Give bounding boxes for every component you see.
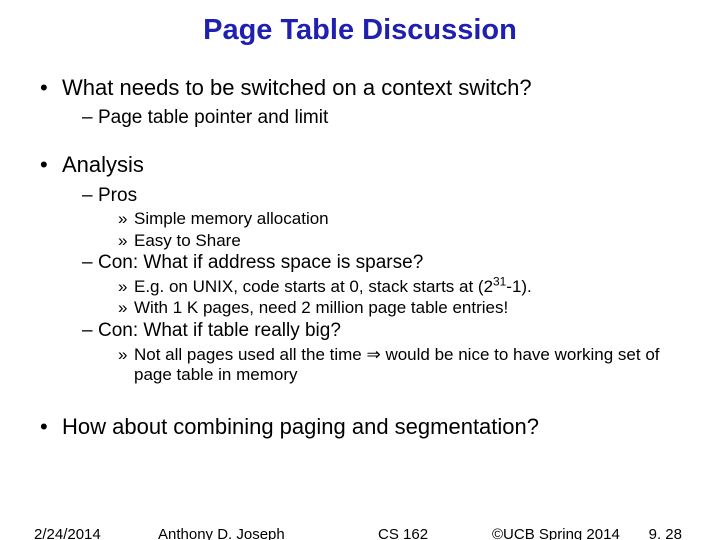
footer-date: 2/24/2014 <box>34 526 101 540</box>
bullet-l1: How about combining paging and segmentat… <box>40 414 680 440</box>
text-fragment: Not all pages used all the time <box>134 345 366 364</box>
slide: Page Table Discussion What needs to be s… <box>0 0 720 540</box>
bullet-l1: What needs to be switched on a context s… <box>40 75 680 101</box>
bullet-l3: Not all pages used all the time ⇒ would … <box>40 345 680 386</box>
footer-copyright: ©UCB Spring 2014 <box>492 526 620 540</box>
bullet-l3: Simple memory allocation <box>40 209 680 229</box>
bullet-l2: Con: What if address space is sparse? <box>40 252 680 275</box>
bullet-l3: E.g. on UNIX, code starts at 0, stack st… <box>40 277 680 297</box>
arrow-icon: ⇒ <box>366 345 380 364</box>
slide-content: What needs to be switched on a context s… <box>40 75 680 441</box>
bullet-l3: With 1 K pages, need 2 million page tabl… <box>40 298 680 318</box>
text-fragment: -1). <box>506 277 532 296</box>
superscript: 31 <box>493 274 506 288</box>
bullet-l2: Pros <box>40 185 680 208</box>
footer-course: CS 162 <box>378 526 428 540</box>
footer-author: Anthony D. Joseph <box>158 526 285 540</box>
spacer <box>40 386 680 414</box>
footer-page: 9. 28 <box>649 526 682 540</box>
bullet-l1: Analysis <box>40 152 680 178</box>
bullet-l3: Easy to Share <box>40 231 680 251</box>
slide-title: Page Table Discussion <box>40 14 680 47</box>
bullet-l2: Page table pointer and limit <box>40 107 680 130</box>
bullet-l2: Con: What if table really big? <box>40 320 680 343</box>
text-fragment: E.g. on UNIX, code starts at 0, stack st… <box>134 277 493 296</box>
spacer <box>40 132 680 152</box>
